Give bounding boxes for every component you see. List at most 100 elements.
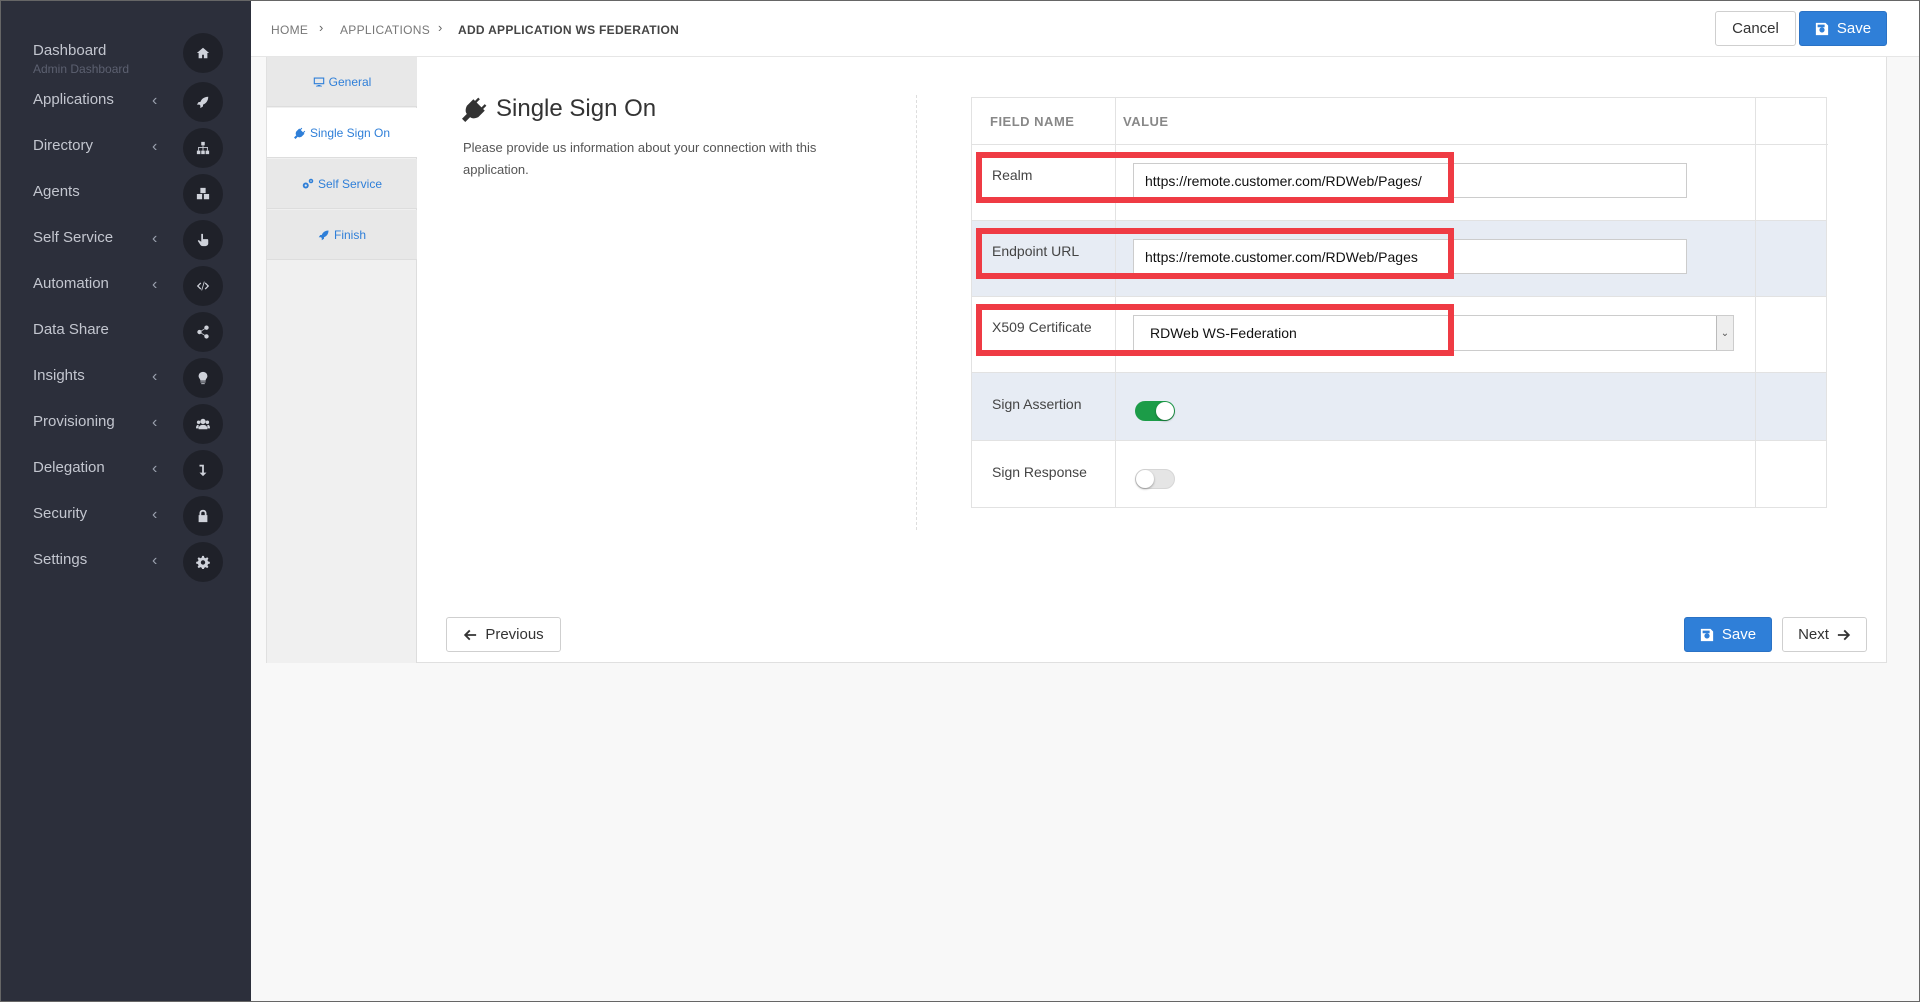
section-description: Please provide us information about your…: [463, 140, 817, 177]
section-title: Single Sign On: [462, 95, 656, 123]
sidebar-item-automation[interactable]: Automation ‹: [0, 266, 251, 306]
column-divider: [1115, 98, 1116, 144]
plug-icon: [462, 97, 487, 122]
sidebar-item-settings[interactable]: Settings ‹: [0, 542, 251, 582]
arrow-left-icon: [464, 629, 477, 640]
chevron-left-icon: ‹: [152, 368, 158, 385]
sidebar-item-label: Provisioning: [33, 413, 115, 430]
sign-assertion-toggle[interactable]: [1135, 401, 1175, 421]
x509-certificate-select[interactable]: RDWeb WS-Federation ⌄: [1133, 315, 1734, 351]
realm-label: Realm: [992, 167, 1033, 183]
chevron-left-icon: ‹: [152, 460, 158, 477]
column-divider: [1115, 297, 1116, 372]
save-button-label: Save: [1836, 20, 1872, 37]
sidebar-item-applications[interactable]: Applications ‹: [0, 82, 251, 122]
breadcrumb-home[interactable]: HOME: [271, 23, 308, 37]
field-table-header: FIELD NAME VALUE: [972, 98, 1828, 145]
sidebar-item-data-share[interactable]: Data Share: [0, 312, 251, 352]
sidebar-item-label: Settings: [33, 551, 88, 568]
column-divider: [1115, 441, 1116, 508]
header-value: VALUE: [1123, 114, 1169, 129]
sidebar-item-dashboard[interactable]: Dashboard Admin Dashboard: [0, 33, 251, 76]
chevron-left-icon: ‹: [152, 92, 158, 109]
sidebar-item-security[interactable]: Security ‹: [0, 496, 251, 536]
breadcrumb-applications[interactable]: APPLICATIONS: [340, 23, 430, 37]
users-icon: [183, 404, 223, 444]
home-icon: [183, 33, 223, 73]
chevron-left-icon: ‹: [152, 414, 158, 431]
sign-assertion-label: Sign Assertion: [992, 396, 1082, 412]
footer-save-button-label: Save: [1721, 626, 1757, 643]
active-step-pointer: [417, 109, 431, 159]
lock-icon: [183, 496, 223, 536]
next-button[interactable]: Next: [1782, 617, 1867, 652]
cubes-icon: [183, 174, 223, 214]
save-button[interactable]: Save: [1799, 11, 1887, 46]
desktop-icon: [313, 77, 324, 86]
chevron-left-icon: ‹: [152, 506, 158, 523]
step-general[interactable]: General: [267, 57, 417, 107]
toggle-knob: [1136, 470, 1154, 488]
gear-icon: [183, 542, 223, 582]
floppy-disk-icon: [1700, 628, 1714, 641]
column-divider: [1755, 98, 1756, 144]
step-label: General: [328, 74, 372, 89]
x509-certificate-label: X509 Certificate: [992, 319, 1092, 335]
header-field-name: FIELD NAME: [990, 114, 1075, 129]
cogs-icon: [302, 178, 314, 188]
rocket-icon: [318, 230, 329, 240]
chevron-left-icon: ‹: [152, 138, 158, 155]
table-row-x509-certificate: X509 Certificate RDWeb WS-Federation ⌄: [972, 297, 1826, 373]
realm-input[interactable]: https://remote.customer.com/RDWeb/Pages/: [1133, 163, 1687, 198]
sidebar-item-label: Agents: [33, 183, 80, 200]
column-divider: [1755, 297, 1756, 372]
plug-icon: [293, 127, 306, 139]
column-divider: [1755, 221, 1756, 296]
sign-response-label: Sign Response: [992, 464, 1087, 480]
column-divider: [1755, 441, 1756, 508]
next-button-label: Next: [1798, 626, 1829, 643]
chevron-left-icon: ‹: [152, 552, 158, 569]
sidebar-item-label: Self Service: [33, 229, 114, 246]
sidebar-item-insights[interactable]: Insights ‹: [0, 358, 251, 398]
breadcrumb-separator: ›: [319, 20, 324, 35]
step-finish[interactable]: Finish: [267, 210, 417, 260]
divider: [916, 95, 917, 530]
endpoint-url-input[interactable]: https://remote.customer.com/RDWeb/Pages: [1133, 239, 1687, 274]
sidebar-item-label: Insights: [33, 367, 85, 384]
footer-save-button[interactable]: Save: [1684, 617, 1772, 652]
chevron-left-icon: ‹: [152, 230, 158, 247]
column-divider: [1115, 373, 1116, 440]
step-self-service[interactable]: Self Service: [267, 159, 417, 209]
sidebar-item-agents[interactable]: Agents: [0, 174, 251, 214]
code-icon: [183, 266, 223, 306]
sidebar-item-label: Data Share: [33, 321, 109, 338]
wizard-panel: General Single Sign On Self Service Fini…: [266, 57, 1887, 663]
previous-button[interactable]: Previous: [446, 617, 561, 652]
wizard-steps: General Single Sign On Self Service Fini…: [267, 57, 417, 663]
rocket-icon: [183, 82, 223, 122]
sidebar-item-label: Delegation: [33, 459, 105, 476]
sign-response-toggle[interactable]: [1135, 469, 1175, 489]
endpoint-url-label: Endpoint URL: [992, 243, 1080, 259]
sitemap-icon: [183, 128, 223, 168]
top-bar: HOME › APPLICATIONS › ADD APPLICATION WS…: [251, 0, 1920, 57]
x509-certificate-selected: RDWeb WS-Federation: [1150, 325, 1297, 341]
sidebar-item-sublabel: Admin Dashboard: [33, 62, 130, 76]
step-label: Self Service: [317, 176, 383, 191]
chevron-down-icon[interactable]: ⌄: [1716, 316, 1733, 350]
toggle-knob: [1156, 402, 1174, 420]
sidebar-item-self-service[interactable]: Self Service ‹: [0, 220, 251, 260]
lightbulb-icon: [183, 358, 223, 398]
step-single-sign-on[interactable]: Single Sign On: [267, 108, 417, 158]
sidebar-item-label: Automation: [33, 275, 109, 292]
cancel-button[interactable]: Cancel: [1715, 11, 1796, 46]
column-divider: [1755, 373, 1756, 440]
level-down-icon: [183, 450, 223, 490]
step-label: Finish: [333, 227, 366, 242]
sidebar-item-directory[interactable]: Directory ‹: [0, 128, 251, 168]
sidebar-item-provisioning[interactable]: Provisioning ‹: [0, 404, 251, 444]
sidebar-item-delegation[interactable]: Delegation ‹: [0, 450, 251, 490]
floppy-disk-icon: [1815, 22, 1829, 35]
arrow-right-icon: [1837, 629, 1851, 640]
